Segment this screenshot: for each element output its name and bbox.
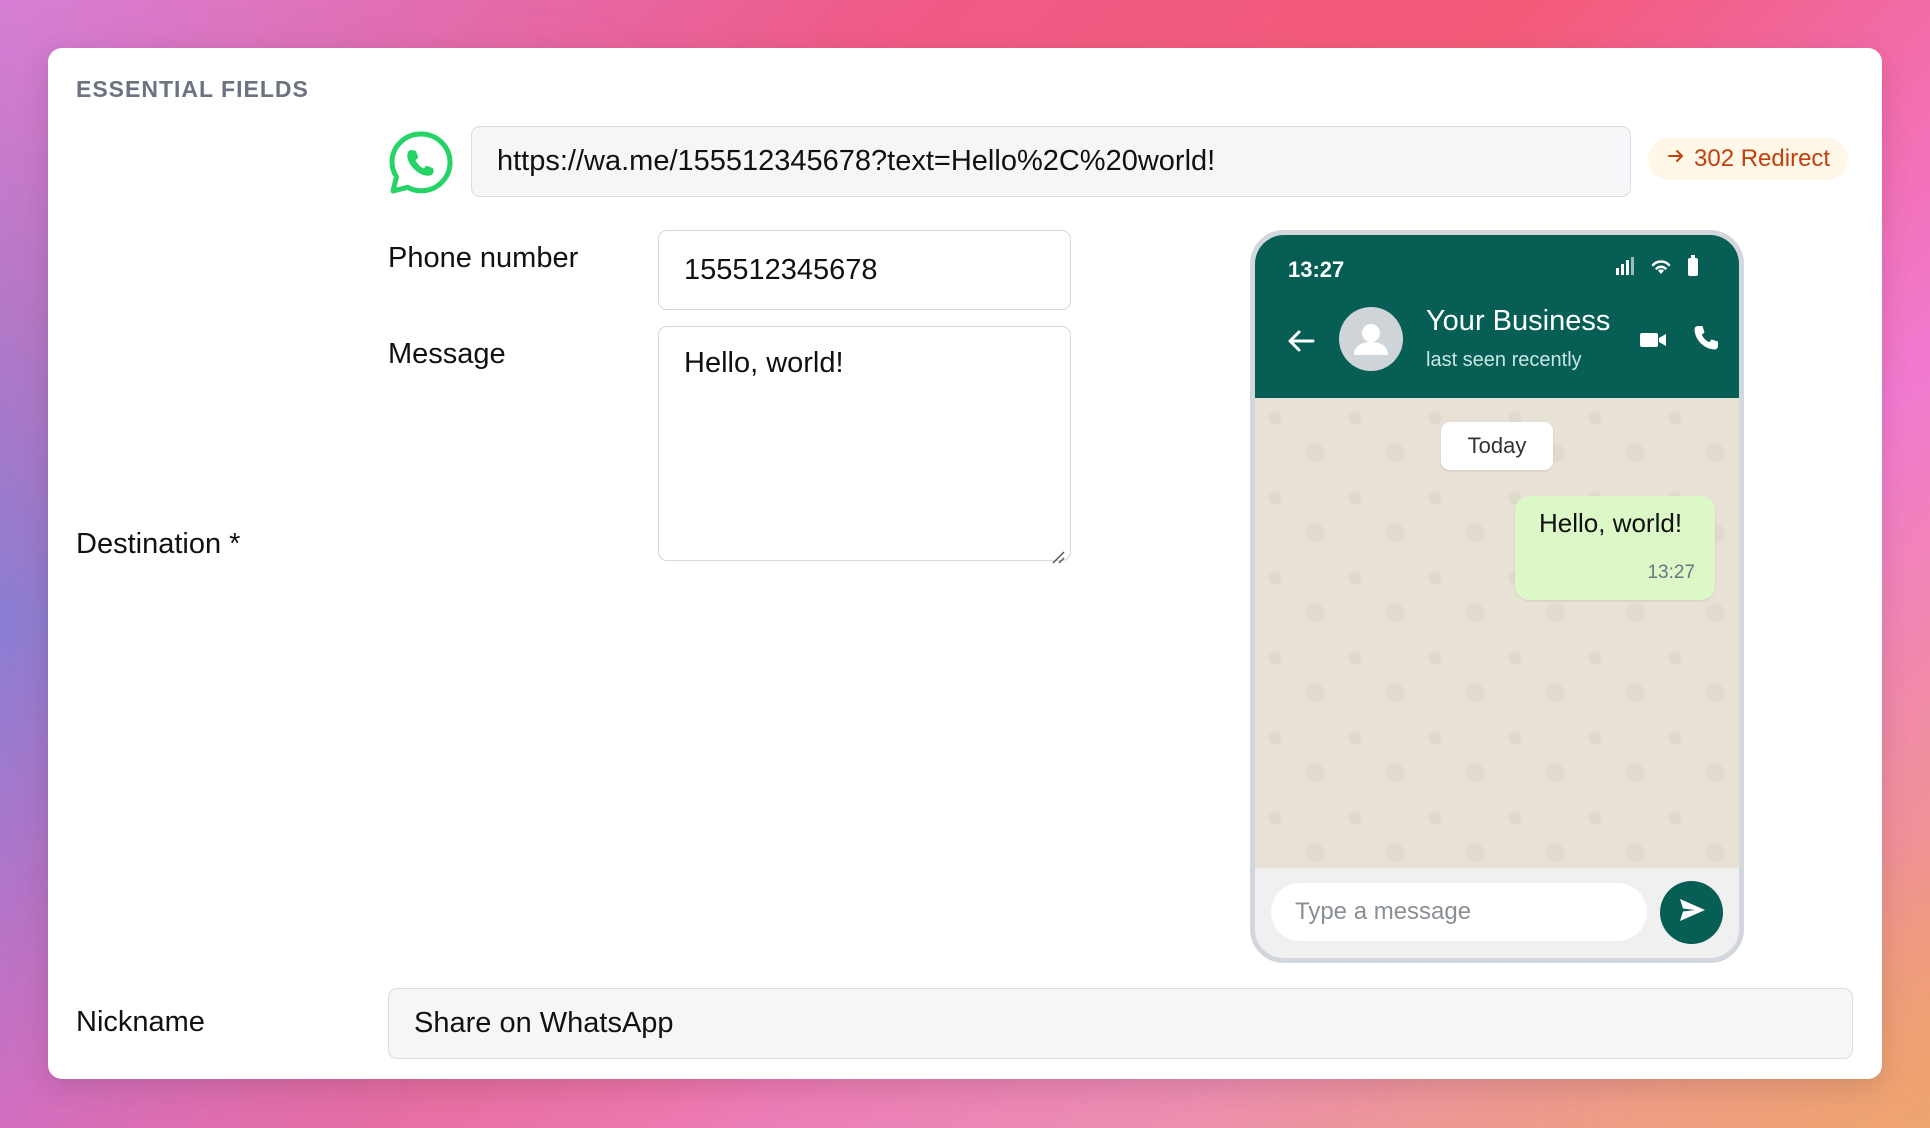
- compose-bar: Type a message: [1255, 868, 1739, 958]
- destination-url-input[interactable]: https://wa.me/155512345678?text=Hello%2C…: [471, 126, 1631, 197]
- contact-name: Your Business: [1426, 305, 1611, 337]
- compose-message-input[interactable]: Type a message: [1271, 883, 1647, 941]
- essential-fields-card: ESSENTIAL FIELDS https://wa.me/155512345…: [48, 48, 1882, 1079]
- date-chip: Today: [1441, 422, 1553, 470]
- status-bar-time: 13:27: [1288, 257, 1345, 282]
- contact-status: last seen recently: [1426, 349, 1582, 371]
- arrow-right-icon: [1666, 145, 1686, 173]
- whatsapp-preview-phone: 13:27 Your Business last seen recently T…: [1250, 230, 1744, 963]
- chat-header: 13:27 Your Business last seen recently: [1255, 235, 1739, 398]
- phone-number-label: Phone number: [388, 242, 579, 274]
- message-label: Message: [388, 338, 506, 370]
- redirect-badge-label: 302 Redirect: [1694, 145, 1831, 172]
- send-button[interactable]: [1660, 881, 1723, 944]
- message-textarea[interactable]: Hello, world!: [658, 326, 1071, 564]
- avatar-person-icon: [1339, 307, 1403, 371]
- resize-grip-icon[interactable]: [1049, 539, 1065, 564]
- nickname-input[interactable]: Share on WhatsApp: [388, 988, 1853, 1059]
- redirect-badge[interactable]: 302 Redirect: [1648, 138, 1849, 180]
- message-bubble: Hello, world! 13:27: [1515, 496, 1715, 600]
- send-icon: [1676, 894, 1708, 931]
- status-bar-icons: [1615, 255, 1699, 282]
- nickname-label: Nickname: [76, 1006, 205, 1038]
- whatsapp-logo-icon: [386, 128, 456, 198]
- message-text: Hello, world!: [684, 347, 844, 379]
- destination-label: Destination *: [76, 528, 241, 560]
- bubble-time: 13:27: [1647, 562, 1695, 583]
- section-title: ESSENTIAL FIELDS: [76, 76, 309, 102]
- back-arrow-icon[interactable]: [1283, 323, 1319, 359]
- phone-number-input[interactable]: 155512345678: [658, 230, 1071, 310]
- chat-area: Today Hello, world! 13:27: [1255, 398, 1739, 868]
- wifi-icon: [1649, 256, 1673, 281]
- video-call-icon[interactable]: [1638, 325, 1668, 355]
- bubble-text: Hello, world!: [1539, 508, 1683, 538]
- signal-icon: [1615, 256, 1635, 281]
- phone-call-icon[interactable]: [1691, 323, 1721, 353]
- battery-icon: [1687, 255, 1699, 282]
